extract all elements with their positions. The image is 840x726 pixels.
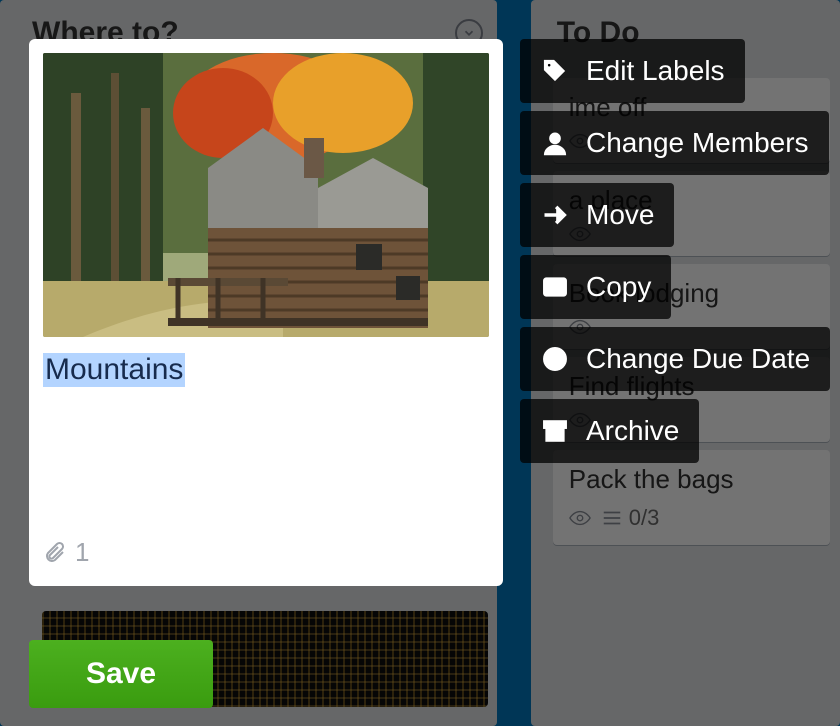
- copy-button[interactable]: Copy: [520, 255, 671, 319]
- action-label: Change Members: [586, 127, 809, 159]
- action-label: Edit Labels: [586, 55, 725, 87]
- archive-icon: [540, 417, 570, 445]
- quick-actions-menu: Edit Labels Change Members Move Copy Cha…: [520, 39, 830, 463]
- archive-button[interactable]: Archive: [520, 399, 699, 463]
- arrow-right-icon: [540, 201, 570, 229]
- card-title-input[interactable]: Mountains: [43, 353, 489, 387]
- change-due-date-button[interactable]: Change Due Date: [520, 327, 830, 391]
- action-label: Move: [586, 199, 654, 231]
- clock-icon: [540, 345, 570, 373]
- attachments-badge: 1: [43, 537, 489, 568]
- edit-labels-button[interactable]: Edit Labels: [520, 39, 745, 103]
- card-icon: [540, 273, 570, 301]
- user-icon: [540, 129, 570, 157]
- attachment-count: 1: [75, 537, 89, 568]
- action-label: Archive: [586, 415, 679, 447]
- tag-icon: [540, 57, 570, 85]
- action-label: Copy: [586, 271, 651, 303]
- move-button[interactable]: Move: [520, 183, 674, 247]
- action-label: Change Due Date: [586, 343, 810, 375]
- quick-card-editor: Mountains 1: [29, 39, 503, 586]
- card-cover-image: [43, 53, 489, 337]
- paperclip-icon: [43, 539, 67, 567]
- save-button[interactable]: Save: [29, 640, 213, 708]
- change-members-button[interactable]: Change Members: [520, 111, 829, 175]
- card-title-text: Mountains: [43, 353, 185, 387]
